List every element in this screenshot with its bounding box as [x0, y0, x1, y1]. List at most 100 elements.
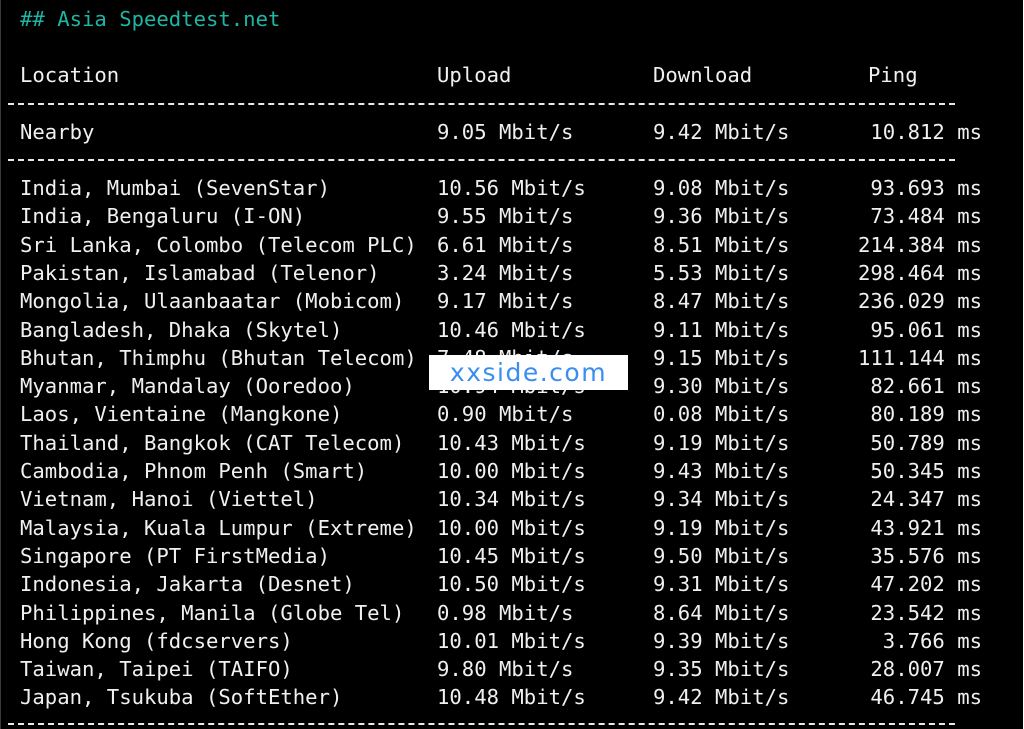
ping-cell: 23.542 ms — [870, 600, 982, 625]
upload-cell: 10.56 Mbit/s — [437, 176, 586, 200]
ping-cell: 28.007 ms — [870, 657, 982, 682]
location-cell: Laos, Vientaine (Mangkone) — [20, 402, 343, 427]
table-row: Mongolia, Ulaanbaatar (Mobicom) 9.17 Mbit… — [20, 288, 982, 314]
terminal-window: ## Asia Speedtest.net Location Upload Do… — [0, 0, 1023, 729]
upload-cell: 9.05 Mbit/s — [437, 120, 574, 144]
ping-cell: 3.766 ms — [882, 628, 982, 653]
upload-cell: 9.17 Mbit/s — [437, 289, 574, 314]
download-cell: 9.31 Mbit/s — [653, 572, 790, 597]
upload-cell: 0.98 Mbit/s — [437, 600, 574, 625]
ping-cell: 46.745 ms — [870, 685, 982, 710]
nearby-row: Nearby 9.05 Mbit/s 9.42 Mbit/s 10.812 ms — [20, 119, 982, 145]
ping-cell: 10.812 ms — [870, 120, 982, 144]
upload-cell: 9.80 Mbit/s — [437, 657, 574, 682]
location-cell: Myanmar, Mandalay (Ooredoo) — [20, 374, 355, 399]
download-cell: 9.42 Mbit/s — [653, 120, 790, 144]
divider — [8, 159, 955, 161]
download-cell: 9.42 Mbit/s — [653, 685, 790, 710]
download-cell: 9.30 Mbit/s — [653, 374, 790, 399]
location-cell: Cambodia, Phnom Penh (Smart) — [20, 459, 368, 483]
ping-cell: 82.661 ms — [870, 374, 982, 399]
download-cell: 5.53 Mbit/s — [653, 260, 790, 285]
ping-cell: 111.144 ms — [858, 345, 982, 370]
download-cell: 9.39 Mbit/s — [653, 628, 790, 653]
download-cell: 8.47 Mbit/s — [653, 289, 790, 314]
column-header-upload: Upload — [437, 63, 512, 87]
download-cell: 9.50 Mbit/s — [653, 543, 790, 568]
upload-cell: 9.55 Mbit/s — [437, 204, 574, 229]
download-cell: 9.08 Mbit/s — [653, 176, 790, 200]
ping-cell: 73.484 ms — [870, 204, 982, 229]
location-cell: Bangladesh, Dhaka (Skytel) — [20, 317, 343, 342]
table-row: India, Mumbai (SevenStar) 10.56 Mbit/s 9.0… — [20, 175, 982, 201]
table-header: Location Upload Download Ping — [20, 62, 982, 88]
table-row: Taiwan, Taipei (TAIFO) 9.80 Mbit/s 9.35 Mb… — [20, 656, 982, 682]
ping-cell: 236.029 ms — [858, 289, 982, 314]
download-cell: 9.36 Mbit/s — [653, 204, 790, 229]
table-row: Indonesia, Jakarta (Desnet) 10.50 Mbit/s 9… — [20, 571, 982, 597]
table-row: Thailand, Bangkok (CAT Telecom) 10.43 Mbi… — [20, 430, 982, 456]
download-cell: 9.19 Mbit/s — [653, 515, 790, 540]
location-cell: India, Bengaluru (I-ON) — [20, 204, 306, 229]
upload-cell: 10.46 Mbit/s — [437, 317, 586, 342]
table-row: Bangladesh, Dhaka (Skytel) 10.46 Mbit/s 9.… — [20, 317, 982, 343]
column-header-location: Location — [20, 63, 120, 87]
location-cell: Philippines, Manila (Globe Tel) — [20, 600, 405, 625]
download-cell: 0.08 Mbit/s — [653, 402, 790, 427]
section-heading: ## Asia Speedtest.net — [20, 7, 281, 31]
location-cell: Pakistan, Islamabad (Telenor) — [20, 260, 380, 285]
location-cell: Japan, Tsukuba (SoftEther) — [20, 685, 343, 710]
ping-cell: 24.347 ms — [870, 487, 982, 512]
location-cell: Mongolia, Ulaanbaatar (Mobicom) — [20, 289, 405, 314]
ping-cell: 35.576 ms — [870, 543, 982, 568]
ping-cell: 47.202 ms — [870, 572, 982, 597]
location-cell: Taiwan, Taipei (TAIFO) — [20, 657, 293, 682]
ping-cell: 93.693 ms — [870, 176, 982, 200]
upload-cell: 10.00 Mbit/s — [437, 459, 586, 483]
table-row: Philippines, Manila (Globe Tel) 0.98 Mbit… — [20, 600, 982, 626]
ping-cell: 50.789 ms — [870, 430, 982, 455]
table-row: Malaysia, Kuala Lumpur (Extreme) 10.00 Mb… — [20, 515, 982, 541]
location-cell: Sri Lanka, Colombo (Telecom PLC) — [20, 232, 417, 257]
table-row: Hong Kong (fdcservers) 10.01 Mbit/s 9.39 M… — [20, 628, 982, 654]
download-cell: 8.51 Mbit/s — [653, 232, 790, 257]
location-cell: Indonesia, Jakarta (Desnet) — [20, 572, 355, 597]
ping-cell: 298.464 ms — [858, 260, 982, 285]
column-header-ping: Ping — [868, 63, 918, 87]
download-cell: 9.34 Mbit/s — [653, 487, 790, 512]
upload-cell: 3.24 Mbit/s — [437, 260, 574, 285]
upload-cell: 10.48 Mbit/s — [437, 685, 586, 710]
ping-cell: 95.061 ms — [870, 317, 982, 342]
location-cell: Nearby — [20, 120, 95, 144]
download-cell: 9.43 Mbit/s — [653, 459, 790, 483]
watermark-logo: xxside.com — [429, 355, 628, 390]
location-cell: Singapore (PT FirstMedia) — [20, 543, 330, 568]
location-cell: Vietnam, Hanoi (Viettel) — [20, 487, 318, 512]
upload-cell: 10.00 Mbit/s — [437, 515, 586, 540]
column-header-download: Download — [653, 63, 753, 87]
upload-cell: 10.50 Mbit/s — [437, 572, 586, 597]
upload-cell: 6.61 Mbit/s — [437, 232, 574, 257]
divider — [8, 723, 955, 725]
table-row: Sri Lanka, Colombo (Telecom PLC) 6.61 Mbi… — [20, 232, 982, 258]
location-cell: Malaysia, Kuala Lumpur (Extreme) — [20, 515, 417, 540]
table-row: Pakistan, Islamabad (Telenor) 3.24 Mbit/s… — [20, 260, 982, 286]
upload-cell: 10.43 Mbit/s — [437, 430, 586, 455]
download-cell: 9.15 Mbit/s — [653, 345, 790, 370]
download-cell: 9.11 Mbit/s — [653, 317, 790, 342]
location-cell: Thailand, Bangkok (CAT Telecom) — [20, 430, 405, 455]
location-cell: India, Mumbai (SevenStar) — [20, 176, 330, 200]
download-cell: 9.35 Mbit/s — [653, 657, 790, 682]
table-row: Japan, Tsukuba (SoftEther) 10.48 Mbit/s 9.… — [20, 684, 982, 710]
table-row: Laos, Vientaine (Mangkone) 0.90 Mbit/s 0.0… — [20, 401, 982, 427]
upload-cell: 10.34 Mbit/s — [437, 487, 586, 512]
ping-cell: 80.189 ms — [870, 402, 982, 427]
divider — [8, 103, 955, 105]
upload-cell: 10.45 Mbit/s — [437, 543, 586, 568]
table-row: India, Bengaluru (I-ON) 9.55 Mbit/s 9.36 M… — [20, 203, 982, 229]
table-row: Cambodia, Phnom Penh (Smart) 10.00 Mbit/s… — [20, 458, 982, 484]
table-row: Singapore (PT FirstMedia) 10.45 Mbit/s 9.5… — [20, 543, 982, 569]
upload-cell: 10.01 Mbit/s — [437, 628, 586, 653]
download-cell: 9.19 Mbit/s — [653, 430, 790, 455]
location-cell: Hong Kong (fdcservers) — [20, 628, 293, 653]
